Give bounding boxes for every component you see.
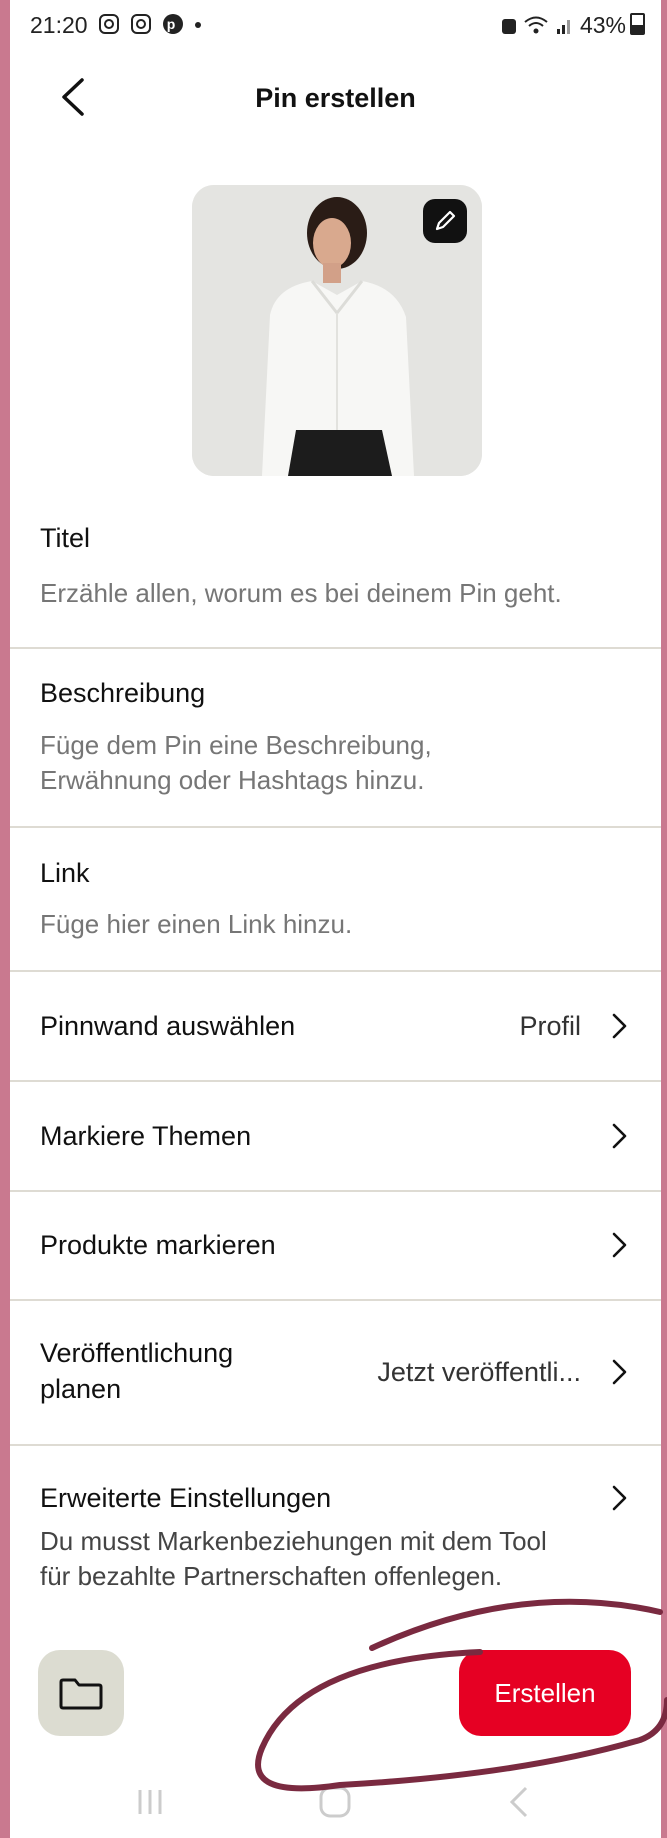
chevron-right-icon [612,1232,627,1258]
dot-icon [195,22,202,28]
signal-icon [556,20,570,34]
status-right: 43% [501,12,645,39]
status-time: 21:20 [30,12,88,38]
system-nav-bar [10,1770,661,1838]
schedule-label-line2: planen [40,1374,122,1404]
title-field[interactable] [10,500,661,645]
status-bar: 21:20 p 43% [10,0,661,50]
battery-icon [630,13,645,35]
description-placeholder-line1: Füge dem Pin eine Beschreibung, [40,730,432,760]
alarm-icon [501,19,516,34]
instagram-icon [99,14,119,34]
board-select-value: Profil [519,1011,581,1041]
divider [10,826,661,828]
back-nav-icon[interactable] [500,1782,540,1822]
home-icon[interactable] [315,1782,355,1822]
title-field-label: Titel [40,523,91,553]
schedule-value: Jetzt veröffentli... [377,1357,581,1387]
tag-products-label: Produkte markieren [40,1230,276,1260]
advanced-note-line1: Du musst Markenbeziehungen mit dem Tool [40,1526,547,1556]
pencil-icon [435,210,456,231]
link-field-label: Link [40,858,90,888]
edit-image-button[interactable] [423,199,467,243]
page-title: Pin erstellen [255,83,416,113]
folder-icon [59,1678,103,1710]
instagram-icon [131,14,152,34]
title-field-placeholder: Erzähle allen, worum es bei deinem Pin g… [40,578,562,608]
description-field-label: Beschreibung [40,678,206,708]
save-draft-button[interactable] [38,1650,124,1736]
chevron-right-icon [612,1359,627,1385]
advanced-note-line2: für bezahlte Partnerschaften offenlegen. [40,1561,503,1591]
divider [10,647,661,649]
tag-topics-label: Markiere Themen [40,1121,252,1151]
link-field[interactable] [10,829,661,969]
description-placeholder-line2: Erwähnung oder Hashtags hinzu. [40,765,425,795]
chevron-right-icon [612,1485,627,1511]
battery-percent: 43% [579,12,626,38]
svg-text:p: p [167,16,180,32]
pinterest-icon: p [163,14,184,34]
board-select-label: Pinnwand auswählen [40,1011,296,1041]
wifi-icon [524,16,548,34]
link-field-placeholder: Füge hier einen Link hinzu. [40,909,353,939]
app-screen: 21:20 p 43% Pin erstellen Titel Erzähle … [10,0,661,1838]
create-button[interactable]: Erstellen [459,1650,631,1736]
chevron-right-icon [612,1123,627,1149]
advanced-settings-label: Erweiterte Einstellungen [40,1483,332,1513]
recent-apps-icon[interactable] [130,1782,170,1822]
schedule-label-line1: Veröffentlichung [40,1338,234,1368]
notification-icons: p [98,12,202,38]
header: Pin erstellen [10,50,661,150]
chevron-right-icon [612,1013,627,1039]
